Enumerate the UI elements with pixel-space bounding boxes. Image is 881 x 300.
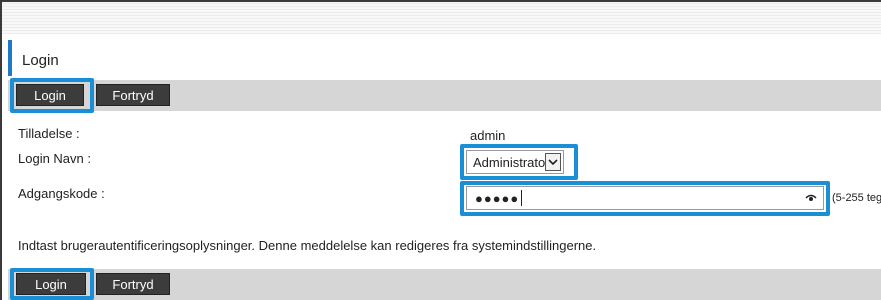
page-title: Login: [22, 52, 59, 69]
login-button-bottom-highlight: [10, 268, 94, 300]
login-name-highlight: [460, 144, 578, 180]
login-name-label: Login Navn :: [18, 151, 91, 166]
password-label: Adgangskode :: [18, 186, 105, 201]
top-strip: [2, 2, 881, 34]
password-length-hint: (5-255 teg: [832, 192, 881, 204]
login-button-top-highlight: [10, 78, 94, 113]
cancel-button-bottom[interactable]: Fortryd: [96, 273, 170, 295]
info-message: Indtast brugerautentificeringsoplysninge…: [18, 238, 597, 253]
permission-value: admin: [470, 128, 506, 143]
permission-label: Tilladelse :: [18, 126, 80, 141]
title-bar: Login: [8, 40, 881, 76]
toolbar-top: Login Fortryd: [8, 80, 881, 111]
cancel-button-top[interactable]: Fortryd: [96, 84, 170, 106]
toolbar-bottom: Login Fortryd: [8, 269, 881, 300]
password-highlight: [460, 181, 830, 216]
